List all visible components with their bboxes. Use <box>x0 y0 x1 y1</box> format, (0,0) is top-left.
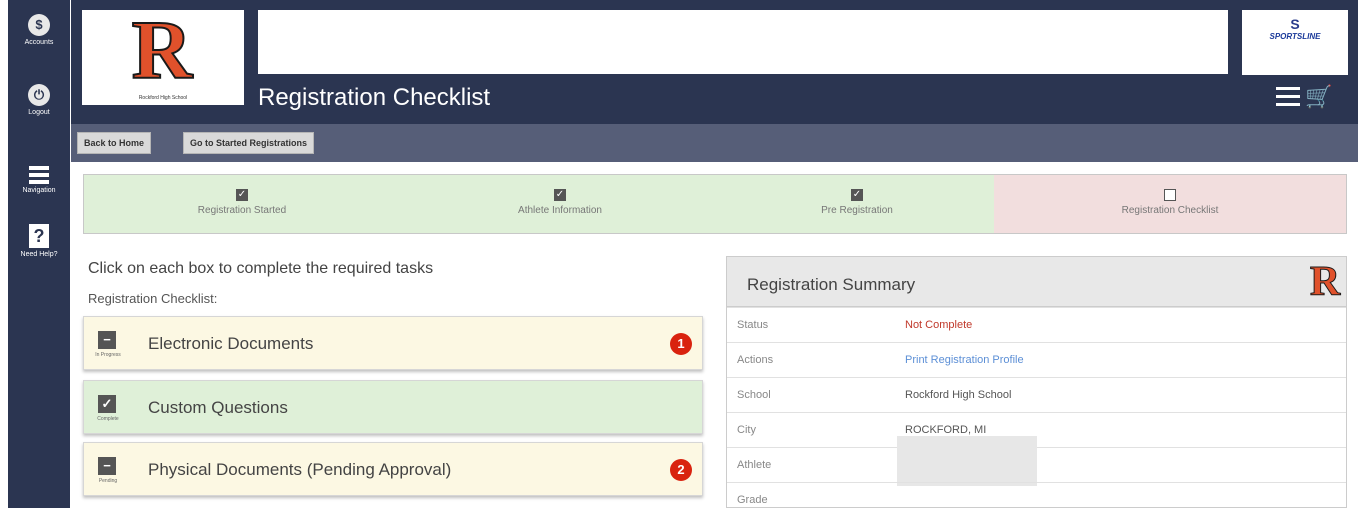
help-label: Need Help? <box>20 251 58 258</box>
checkbox-empty-icon <box>1164 189 1176 201</box>
banner-area <box>258 10 1228 74</box>
dollar-icon: $ <box>28 14 50 36</box>
step-label: Registration Started <box>197 205 287 216</box>
summary-row-athlete: Athlete <box>727 436 1346 486</box>
task-custom-questions[interactable]: ✓ Complete Custom Questions <box>83 380 703 434</box>
navigation-button[interactable]: Navigation <box>8 166 70 194</box>
school-logo[interactable]: R Rockford High School <box>82 4 244 105</box>
logout-label: Logout <box>28 109 50 116</box>
left-rail: $ Accounts ⏻ Logout Navigation ? Need He… <box>8 0 70 508</box>
task-electronic-documents[interactable]: − In Progress Electronic Documents 1 <box>83 316 703 370</box>
summary-header: Registration Summary R <box>727 257 1346 307</box>
checkbox-icon: ✓ <box>554 189 566 201</box>
sponsor-logo[interactable]: S SPORTSLINE <box>1242 10 1348 75</box>
redacted-block <box>897 436 1037 486</box>
count-badge: 1 <box>670 333 692 355</box>
question-icon: ? <box>29 224 49 248</box>
summary-row-school: School Rockford High School <box>727 377 1346 412</box>
city-value: ROCKFORD, MI <box>905 424 987 436</box>
help-button[interactable]: ? Need Help? <box>8 224 70 258</box>
row-label: School <box>737 389 771 401</box>
task-state: Complete <box>97 416 119 422</box>
summary-row-actions: Actions Print Registration Profile <box>727 342 1346 377</box>
summary-row-grade: Grade <box>727 482 1346 517</box>
task-state: In Progress <box>95 352 121 358</box>
status-value: Not Complete <box>905 319 973 331</box>
school-logo-small: R <box>1309 259 1341 305</box>
school-logo-caption: Rockford High School <box>138 95 188 101</box>
school-value: Rockford High School <box>905 389 1012 401</box>
summary-row-status: Status Not Complete <box>727 307 1346 342</box>
list-icon <box>29 166 49 184</box>
step-registration-checklist: Registration Checklist <box>994 175 1346 233</box>
progress-steps: ✓ Registration Started ✓ Athlete Informa… <box>83 174 1347 234</box>
task-title: Physical Documents (Pending Approval) <box>148 460 452 479</box>
task-title: Custom Questions <box>148 398 288 417</box>
step-label: Pre Registration <box>821 205 893 216</box>
count-badge: 2 <box>670 459 692 481</box>
minus-box-icon: − <box>98 331 116 349</box>
cart-icon[interactable]: 🛒 <box>1305 86 1332 108</box>
logout-button[interactable]: ⏻ Logout <box>8 84 70 116</box>
started-registrations-button[interactable]: Go to Started Registrations <box>183 132 315 154</box>
summary-title: Registration Summary <box>747 275 916 294</box>
checklist-label: Registration Checklist: <box>88 291 218 306</box>
minus-box-icon: − <box>98 457 116 475</box>
toolbar: Back to Home Go to Started Registrations <box>71 124 1358 162</box>
row-label: Athlete <box>737 459 772 471</box>
page-header: R Rockford High School S SPORTSLINE Regi… <box>71 0 1358 124</box>
navigation-label: Navigation <box>22 187 56 194</box>
back-to-home-button[interactable]: Back to Home <box>77 132 152 154</box>
checkbox-icon: ✓ <box>851 189 863 201</box>
check-box-icon: ✓ <box>98 395 116 413</box>
row-label: Grade <box>737 494 768 506</box>
row-label: City <box>737 424 756 436</box>
hamburger-menu-icon[interactable] <box>1276 87 1300 107</box>
sponsor-glyph: S <box>1290 16 1300 32</box>
task-state: Pending <box>98 478 118 484</box>
step-athlete-information: ✓ Athlete Information <box>400 175 720 233</box>
step-label: Athlete Information <box>518 205 602 216</box>
task-title: Electronic Documents <box>148 334 314 353</box>
row-label: Status <box>737 319 769 331</box>
sponsor-name: SPORTSLINE <box>1269 32 1321 41</box>
page-title: Registration Checklist <box>258 84 491 111</box>
step-pre-registration: ✓ Pre Registration <box>720 175 994 233</box>
accounts-label: Accounts <box>24 39 54 46</box>
registration-summary-panel: Registration Summary R Status Not Comple… <box>726 256 1347 508</box>
power-icon: ⏻ <box>28 84 50 106</box>
checkbox-icon: ✓ <box>236 189 248 201</box>
row-label: Actions <box>737 354 774 366</box>
accounts-button[interactable]: $ Accounts <box>8 14 70 46</box>
step-registration-started: ✓ Registration Started <box>84 175 400 233</box>
school-logo-letter: R <box>131 4 194 97</box>
task-physical-documents[interactable]: − Pending Physical Documents (Pending Ap… <box>83 442 703 496</box>
step-label: Registration Checklist <box>1121 205 1219 216</box>
print-profile-link[interactable]: Print Registration Profile <box>905 354 1024 366</box>
instructions-text: Click on each box to complete the requir… <box>88 260 434 277</box>
